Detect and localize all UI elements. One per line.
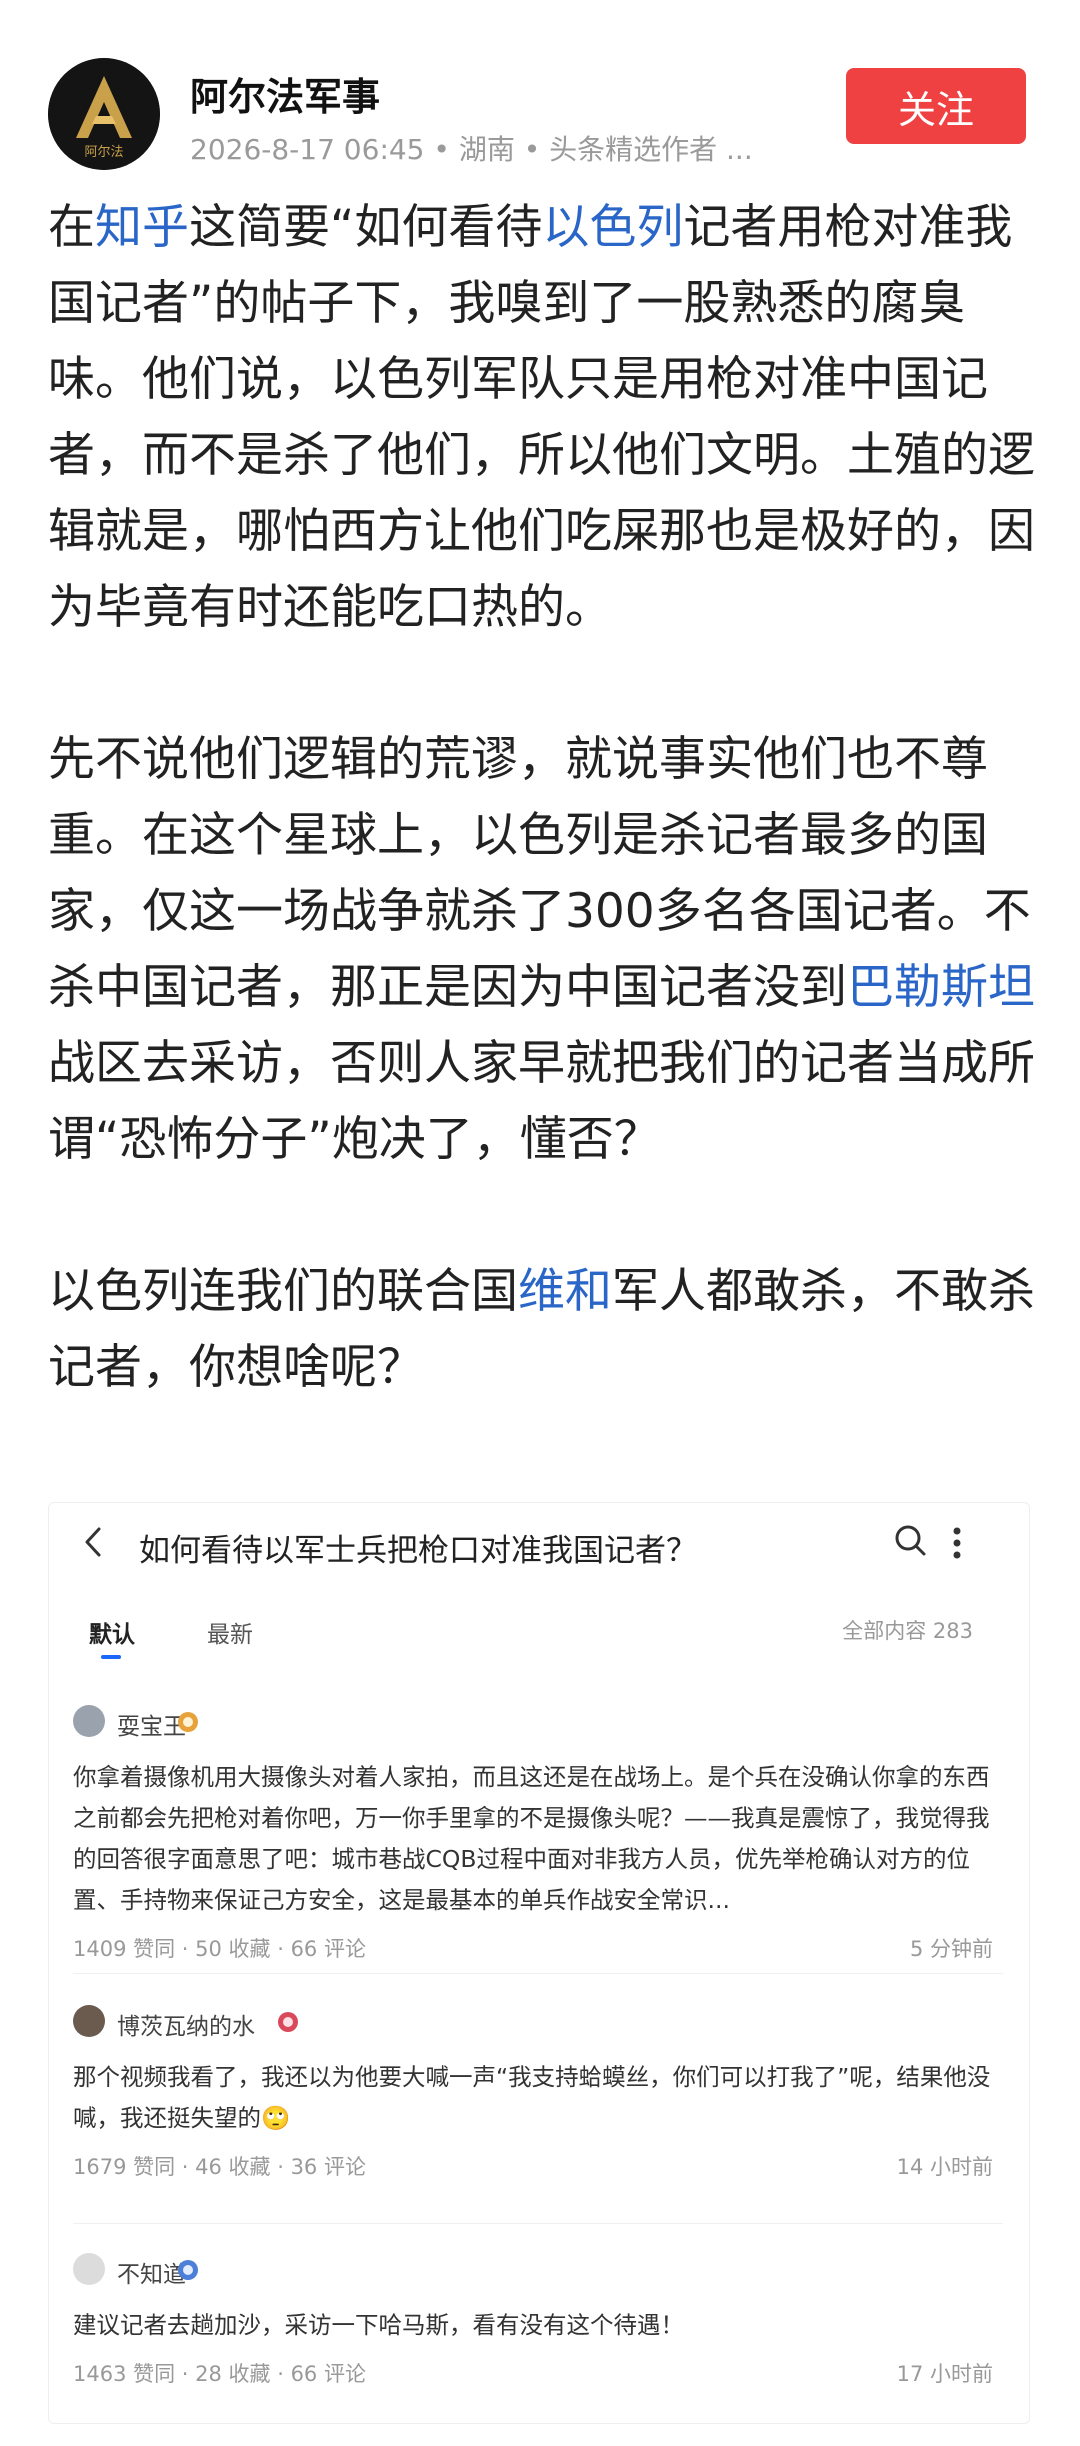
topic-link-zhihu[interactable]: 知乎 <box>95 200 189 255</box>
medal-badge-icon <box>178 2260 198 2280</box>
article-paragraph: 在知乎这简要“如何看待以色列记者用枪对准我国记者”的帖子下，我嗅到了一股熟悉的腐… <box>48 190 1038 646</box>
author-name[interactable]: 阿尔法军事 <box>190 66 380 121</box>
article-header: 阿尔法 阿尔法军事 2026-8-17 06:45 • 湖南 • 头条精选作者 … <box>0 0 1080 180</box>
answer-footer: 1679 赞同 · 46 收藏 · 36 评论 14 小时前 <box>73 2147 1003 2187</box>
answer-time: 17 小时前 <box>896 2362 993 2386</box>
article-text: 在 <box>48 200 95 255</box>
search-icon[interactable] <box>891 1521 931 1561</box>
answer-stats: 1463 赞同 · 28 收藏 · 66 评论 <box>73 2362 366 2386</box>
answer-time: 5 分钟前 <box>909 1937 993 1961</box>
article-paragraph: 以色列连我们的联合国维和军人都敢杀，不敢杀记者，你想啥呢？ <box>48 1254 1038 1406</box>
answer-stats: 1679 赞同 · 46 收藏 · 36 评论 <box>73 2155 366 2179</box>
answer-text[interactable]: 你拿着摄像机用大摄像头对着人家拍，而且这还是在战场上。是个兵在没确认你拿的东西之… <box>73 1757 1003 1921</box>
article-body: 在知乎这简要“如何看待以色列记者用枪对准我国记者”的帖子下，我嗅到了一股熟悉的腐… <box>48 190 1038 1482</box>
topic-link-palestine[interactable]: 巴勒斯坦 <box>847 960 1035 1015</box>
answer-item[interactable]: 不知道 建议记者去趟加沙，采访一下哈马斯，看有没有这个待遇！ 1463 赞同 ·… <box>73 2251 1003 2394</box>
back-arrow-icon[interactable] <box>73 1517 113 1567</box>
answer-header: 不知道 <box>73 2251 1003 2291</box>
total-count: 全部内容 283 <box>842 1619 973 1643</box>
answer-text[interactable]: 那个视频我看了，我还以为他要大喊一声“我支持蛤蟆丝，你们可以打我了”呢，结果他没… <box>73 2057 1003 2139</box>
divider <box>73 1973 1003 1974</box>
article-text: 这简要“如何看待 <box>189 200 543 255</box>
answer-header: 耍宝王 <box>73 1703 1003 1743</box>
user-avatar[interactable] <box>73 1705 105 1737</box>
answer-footer: 1409 赞同 · 50 收藏 · 66 评论 5 分钟前 <box>73 1929 1003 1969</box>
article-text: 以色列连我们的联合国 <box>48 1264 518 1319</box>
answer-item[interactable]: 博茨瓦纳的水 那个视频我看了，我还以为他要大喊一声“我支持蛤蟆丝，你们可以打我了… <box>73 2003 1003 2187</box>
active-tab-indicator <box>101 1655 121 1659</box>
article-text: 记者用枪对准我国记者”的帖子下，我嗅到了一股熟悉的腐臭味。他们说，以色列军队只是… <box>48 200 1035 635</box>
topic-link-peacekeeping[interactable]: 维和 <box>518 1264 612 1319</box>
svg-text:阿尔法: 阿尔法 <box>84 145 123 160</box>
tab-latest[interactable]: 最新 <box>207 1615 253 1649</box>
answer-stats: 1409 赞同 · 50 收藏 · 66 评论 <box>73 1937 366 1961</box>
tab-default[interactable]: 默认 <box>89 1615 135 1649</box>
more-vertical-icon[interactable] <box>947 1521 967 1565</box>
question-topbar: 如何看待以军士兵把枪口对准我国记者？ <box>49 1503 1029 1583</box>
divider <box>73 2223 1003 2224</box>
user-avatar[interactable] <box>73 2253 105 2285</box>
answer-item[interactable]: 耍宝王 你拿着摄像机用大摄像头对着人家拍，而且这还是在战场上。是个兵在没确认你拿… <box>73 1703 1003 1969</box>
alpha-logo-icon: 阿尔法 <box>48 58 160 170</box>
embedded-screenshot-card: 如何看待以军士兵把枪口对准我国记者？ 默认 最新 全部内容 283 耍宝王 你拿… <box>48 1502 1030 2424</box>
article-paragraph: 先不说他们逻辑的荒谬，就说事实他们也不尊重。在这个星球上，以色列是杀记者最多的国… <box>48 722 1038 1178</box>
author-avatar[interactable]: 阿尔法 <box>48 58 160 170</box>
answer-text[interactable]: 建议记者去趟加沙，采访一下哈马斯，看有没有这个待遇！ <box>73 2305 1003 2346</box>
answer-username[interactable]: 博茨瓦纳的水 <box>117 2007 255 2041</box>
answer-time: 14 小时前 <box>896 2155 993 2179</box>
medal-badge-icon <box>178 1712 198 1732</box>
answer-username[interactable]: 不知道 <box>117 2255 186 2289</box>
medal-badge-icon <box>278 2012 298 2032</box>
answer-username[interactable]: 耍宝王 <box>117 1707 186 1741</box>
answer-footer: 1463 赞同 · 28 收藏 · 66 评论 17 小时前 <box>73 2354 1003 2394</box>
answer-header: 博茨瓦纳的水 <box>73 2003 1003 2043</box>
user-avatar[interactable] <box>73 2005 105 2037</box>
article-text: 战区去采访，否则人家早就把我们的记者当成所谓“恐怖分子”炮决了，懂否？ <box>48 1036 1035 1167</box>
author-meta: 2026-8-17 06:45 • 湖南 • 头条精选作者 ... <box>190 133 753 166</box>
question-title: 如何看待以军士兵把枪口对准我国记者？ <box>139 1533 697 1569</box>
topic-link-israel[interactable]: 以色列 <box>542 200 683 255</box>
follow-button[interactable]: 关注 <box>846 68 1026 144</box>
